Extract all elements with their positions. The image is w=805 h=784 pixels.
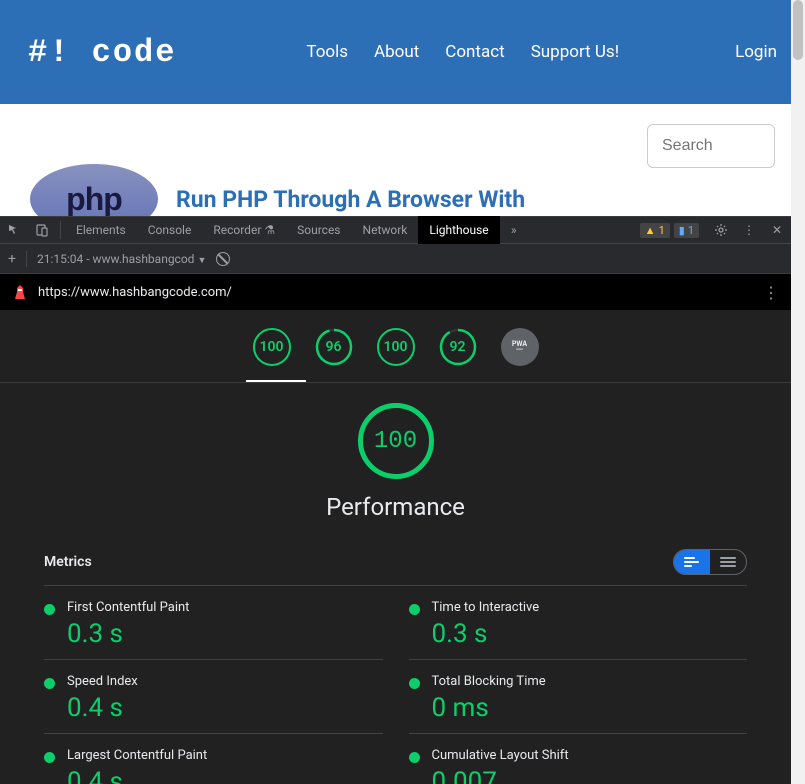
tab-recorder[interactable]: Recorder ⚗ xyxy=(202,216,286,244)
score-accessibility[interactable]: 96 xyxy=(315,328,353,366)
tab-sources[interactable]: Sources xyxy=(286,216,351,244)
metric-lcp: Largest Contentful Paint 0.4 s xyxy=(44,734,383,784)
metric-label: Cumulative Layout Shift xyxy=(432,748,748,763)
article-title[interactable]: Run PHP Through A Browser With xyxy=(176,186,525,213)
view-expanded-button[interactable] xyxy=(674,550,710,574)
metric-value: 0 ms xyxy=(432,693,748,723)
lighthouse-icon xyxy=(12,284,28,300)
metric-label: Speed Index xyxy=(67,674,383,689)
report-menu-icon[interactable]: ⋮ xyxy=(763,283,779,302)
nav-login[interactable]: Login xyxy=(735,42,777,62)
page-scrollbar[interactable] xyxy=(791,0,805,784)
search-input[interactable] xyxy=(647,124,775,168)
report-name[interactable]: 21:15:04 - www.hashbangcod ▼ xyxy=(37,252,206,266)
performance-score-gauge: 100 xyxy=(358,403,434,479)
metric-label: Time to Interactive xyxy=(432,600,748,615)
status-dot-icon xyxy=(44,752,55,763)
device-toggle-icon[interactable] xyxy=(28,216,56,244)
tab-lighthouse[interactable]: Lighthouse xyxy=(418,216,499,244)
metric-label: Total Blocking Time xyxy=(432,674,748,689)
site-header: #! code Tools About Contact Support Us! … xyxy=(0,0,805,104)
score-pwa[interactable]: PWA — xyxy=(501,328,539,366)
warnings-badge[interactable]: ▲1 xyxy=(640,223,670,238)
inspect-icon[interactable] xyxy=(0,216,28,244)
close-devtools-icon[interactable]: ✕ xyxy=(763,216,791,244)
score-seo[interactable]: 92 xyxy=(439,328,477,366)
nav-about[interactable]: About xyxy=(374,42,419,62)
lighthouse-urlbar: https://www.hashbangcode.com/ ⋮ xyxy=(0,274,791,310)
new-report-button[interactable]: + xyxy=(8,251,16,267)
metrics-grid: First Contentful Paint 0.3 s Time to Int… xyxy=(44,586,747,784)
metric-value: 0.4 s xyxy=(67,693,383,723)
tab-console[interactable]: Console xyxy=(137,216,203,244)
metric-tbt: Total Blocking Time 0 ms xyxy=(409,660,748,734)
report-url: https://www.hashbangcode.com/ xyxy=(38,285,232,300)
status-dot-icon xyxy=(409,678,420,689)
metric-value: 0.3 s xyxy=(432,619,748,649)
site-logo[interactable]: #! code xyxy=(28,34,176,71)
score-best-practices[interactable]: 100 xyxy=(377,328,415,366)
lighthouse-toolbar: + 21:15:04 - www.hashbangcod ▼ xyxy=(0,244,791,274)
status-dot-icon xyxy=(409,604,420,615)
metric-tti: Time to Interactive 0.3 s xyxy=(409,586,748,660)
main-score-section: 100 Performance xyxy=(0,383,791,537)
scrollbar-thumb[interactable] xyxy=(793,0,803,60)
issues-badge[interactable]: ▮1 xyxy=(674,223,699,238)
metrics-heading: Metrics xyxy=(44,554,92,570)
nav-tools[interactable]: Tools xyxy=(306,42,348,62)
metric-value: 0.4 s xyxy=(67,767,383,784)
metric-cls: Cumulative Layout Shift 0.007 xyxy=(409,734,748,784)
metric-si: Speed Index 0.4 s xyxy=(44,660,383,734)
status-dot-icon xyxy=(44,678,55,689)
metric-fcp: First Contentful Paint 0.3 s xyxy=(44,586,383,660)
site-body: php Run PHP Through A Browser With xyxy=(0,104,805,216)
lighthouse-content: 100 96 100 92 PWA — 100 Performance xyxy=(0,310,791,784)
devtools-tabbar: Elements Console Recorder ⚗ Sources Netw… xyxy=(0,216,791,244)
metrics-view-toggle xyxy=(673,549,747,575)
clear-icon[interactable] xyxy=(216,252,230,266)
status-dot-icon xyxy=(409,752,420,763)
active-category-underline xyxy=(246,380,306,382)
view-collapsed-button[interactable] xyxy=(710,550,746,574)
nav-support[interactable]: Support Us! xyxy=(531,42,619,62)
main-nav: Tools About Contact Support Us! Login xyxy=(306,42,777,62)
tab-network[interactable]: Network xyxy=(352,216,419,244)
more-tabs-icon[interactable]: » xyxy=(500,216,528,244)
metric-label: Largest Contentful Paint xyxy=(67,748,383,763)
performance-title: Performance xyxy=(0,493,791,521)
tab-elements[interactable]: Elements xyxy=(65,216,137,244)
settings-icon[interactable] xyxy=(707,216,735,244)
devtools-panel: Elements Console Recorder ⚗ Sources Netw… xyxy=(0,216,791,784)
metric-value: 0.3 s xyxy=(67,619,383,649)
score-performance[interactable]: 100 xyxy=(253,328,291,366)
metric-value: 0.007 xyxy=(432,767,748,784)
metrics-section: Metrics First Contentful Paint 0.3 s xyxy=(0,537,791,784)
metric-label: First Contentful Paint xyxy=(67,600,383,615)
nav-contact[interactable]: Contact xyxy=(445,42,504,62)
status-dot-icon xyxy=(44,604,55,615)
chevron-down-icon: ▼ xyxy=(197,256,206,266)
score-summary-row: 100 96 100 92 PWA — xyxy=(0,328,791,380)
kebab-menu-icon[interactable]: ⋮ xyxy=(735,216,763,244)
